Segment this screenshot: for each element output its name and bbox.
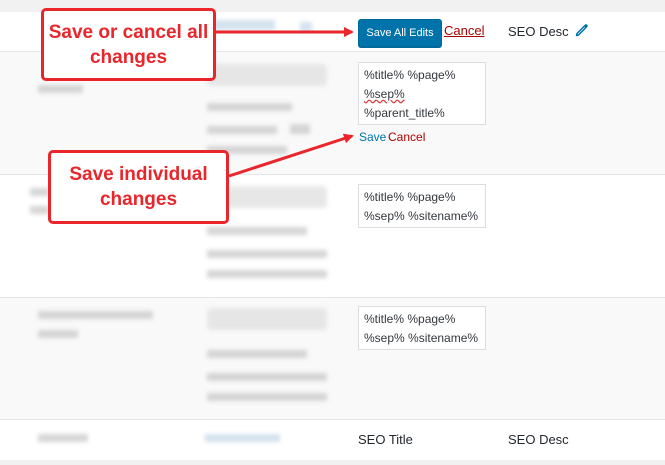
annotation-arrows xyxy=(216,27,354,178)
arrow-to-row-save xyxy=(228,133,354,178)
